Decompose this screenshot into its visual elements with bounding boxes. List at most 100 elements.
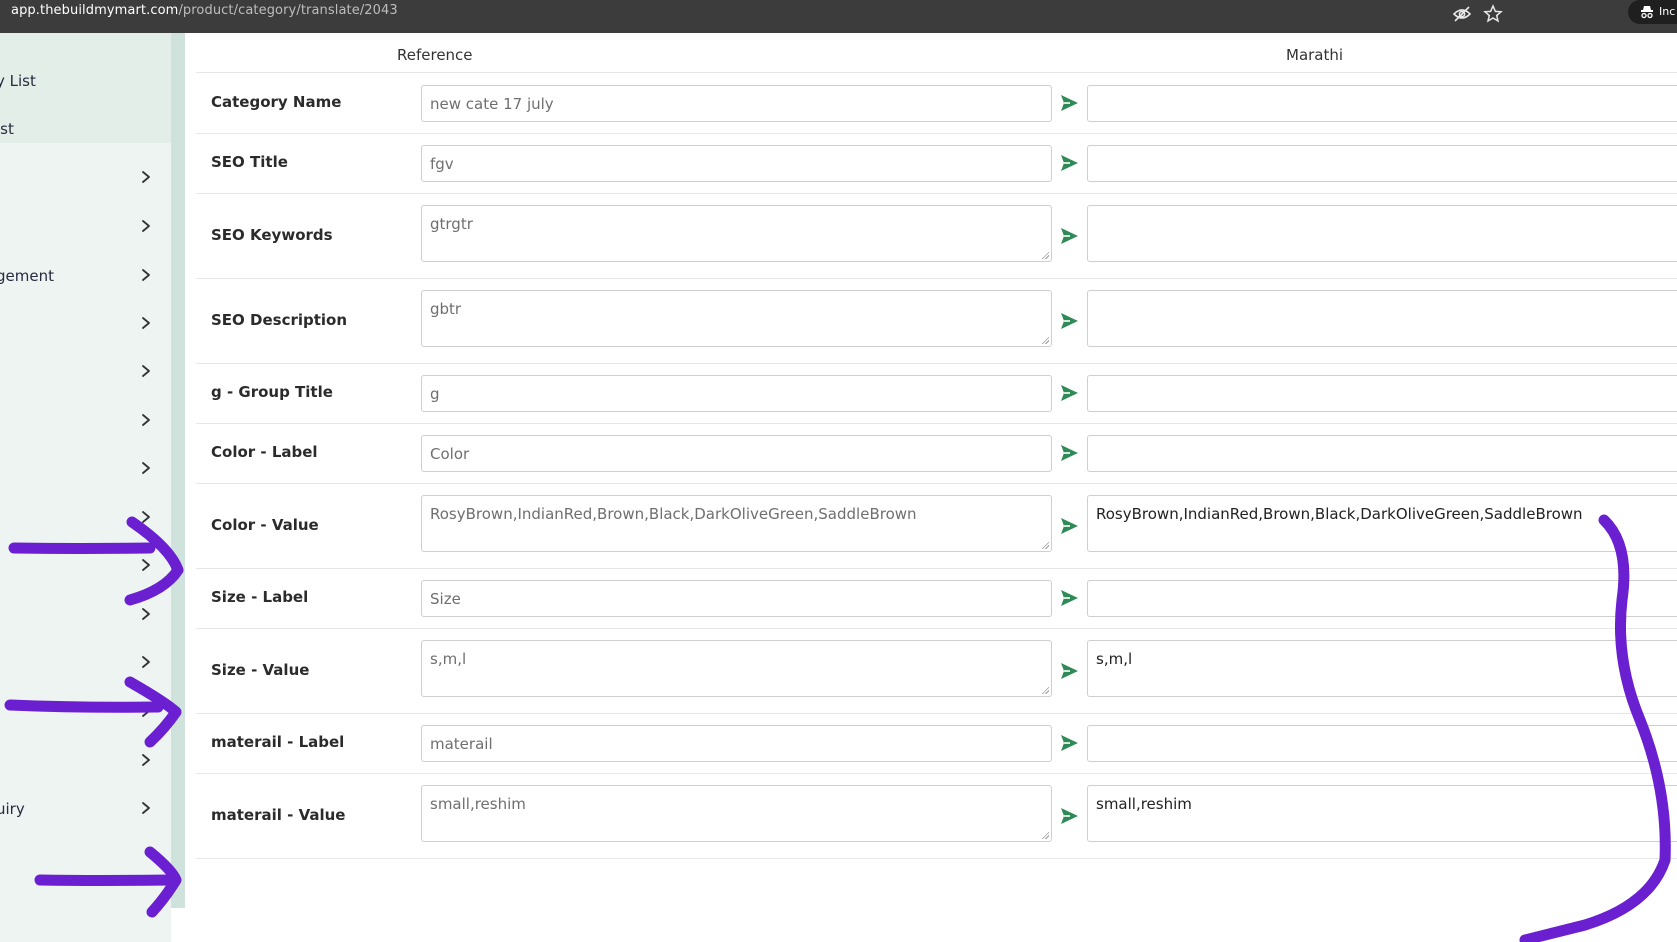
sidebar-item[interactable] [0, 448, 171, 492]
reference-textarea[interactable]: s,m,l [421, 640, 1052, 697]
translation-input[interactable] [1087, 435, 1677, 472]
chevron-right-icon [142, 802, 150, 814]
sidebar-item-label: gement [0, 267, 54, 285]
translation-textarea[interactable] [1087, 290, 1677, 347]
chevron-right-icon [142, 365, 150, 377]
chevron-right-icon [142, 414, 150, 426]
browser-toolbar: app.thebuildmymart.com/product/category/… [0, 0, 1677, 33]
sidebar-item[interactable]: uiry [0, 788, 171, 832]
sidebar-scrollbar[interactable] [171, 33, 185, 908]
chevron-right-icon [142, 171, 150, 183]
field-label: Size - Value [211, 661, 310, 679]
translation-textarea[interactable] [1087, 205, 1677, 262]
send-translate-icon[interactable] [1058, 442, 1080, 464]
field-label: Color - Value [211, 516, 319, 534]
sidebar-item[interactable]: ist [0, 108, 171, 152]
chevron-right-icon [142, 220, 150, 232]
field-label: Size - Label [211, 588, 309, 606]
translation-row: Size - Value s,m,l s,m,l [196, 628, 1677, 714]
field-label: Color - Label [211, 443, 318, 461]
translation-row: Color - Label Color [196, 423, 1677, 484]
send-translate-icon[interactable] [1058, 310, 1080, 332]
translation-textarea[interactable]: RosyBrown,IndianRed,Brown,Black,DarkOliv… [1087, 495, 1677, 552]
sidebar-item[interactable] [0, 157, 171, 201]
translation-row: materail - Value small,reshim small,reshim [196, 773, 1677, 859]
send-translate-icon[interactable] [1058, 152, 1080, 174]
reference-input[interactable]: new cate 17 july [421, 85, 1052, 122]
chevron-right-icon [142, 754, 150, 766]
field-label: Category Name [211, 93, 342, 111]
translation-textarea[interactable]: small,reshim [1087, 785, 1677, 842]
reference-textarea[interactable]: RosyBrown,IndianRed,Brown,Black,DarkOliv… [421, 495, 1052, 552]
reference-textarea[interactable]: gbtr [421, 290, 1052, 347]
field-label: SEO Title [211, 153, 288, 171]
sidebar-item[interactable] [0, 400, 171, 444]
field-label: SEO Description [211, 311, 348, 329]
sidebar-item[interactable] [0, 594, 171, 638]
sidebar: y List ist gement uiry [0, 33, 171, 942]
sidebar-item[interactable] [0, 642, 171, 686]
sidebar-item[interactable] [0, 351, 171, 395]
language-column-header: Marathi [1286, 46, 1344, 64]
send-translate-icon[interactable] [1058, 587, 1080, 609]
chevron-right-icon [142, 462, 150, 474]
chevron-right-icon [142, 269, 150, 281]
send-translate-icon[interactable] [1058, 382, 1080, 404]
chevron-right-icon [142, 317, 150, 329]
send-translate-icon[interactable] [1058, 515, 1080, 537]
field-label: g - Group Title [211, 383, 333, 401]
translation-row: Color - Value RosyBrown,IndianRed,Brown,B… [196, 483, 1677, 569]
sidebar-item[interactable] [0, 206, 171, 250]
sidebar-item[interactable] [0, 740, 171, 784]
sidebar-item-label: ist [0, 120, 14, 138]
translation-row: g - Group Title g [196, 363, 1677, 424]
url-path: /product/category/translate/2043 [178, 3, 398, 18]
reference-input[interactable]: Color [421, 435, 1052, 472]
translation-row: SEO Description gbtr [196, 278, 1677, 364]
translation-input[interactable] [1087, 375, 1677, 412]
translation-row: materail - Label materail [196, 713, 1677, 774]
send-translate-icon[interactable] [1058, 732, 1080, 754]
translation-input[interactable] [1087, 580, 1677, 617]
chevron-right-icon [142, 656, 150, 668]
reference-input[interactable]: fgv [421, 145, 1052, 182]
sidebar-item[interactable] [0, 497, 171, 541]
send-translate-icon[interactable] [1058, 92, 1080, 114]
translation-row: SEO Keywords gtrgtr [196, 193, 1677, 279]
sidebar-item-label: y List [0, 72, 36, 90]
translation-input[interactable] [1087, 145, 1677, 182]
reference-input[interactable]: materail [421, 725, 1052, 762]
send-translate-icon[interactable] [1058, 225, 1080, 247]
url-host: app.thebuildmymart.com [11, 3, 179, 18]
translate-panel: Reference Marathi Category Name new cate … [196, 33, 1677, 942]
translation-row: Category Name new cate 17 july [196, 73, 1677, 134]
reference-textarea[interactable]: gtrgtr [421, 205, 1052, 262]
profile-label: Inc [1659, 5, 1676, 18]
sidebar-item[interactable] [0, 691, 171, 735]
field-label: materail - Value [211, 806, 346, 824]
reference-textarea[interactable]: small,reshim [421, 785, 1052, 842]
translation-input[interactable] [1087, 725, 1677, 762]
sidebar-item-label: uiry [0, 800, 25, 818]
translation-input[interactable] [1087, 85, 1677, 122]
chevron-right-icon [142, 608, 150, 620]
translation-row: Size - Label Size [196, 568, 1677, 629]
chevron-right-icon [142, 511, 150, 523]
star-icon[interactable] [1483, 4, 1503, 24]
reference-input[interactable]: g [421, 375, 1052, 412]
sidebar-item[interactable]: gement [0, 255, 171, 299]
chevron-right-icon [142, 705, 150, 717]
address-bar[interactable]: app.thebuildmymart.com/product/category/… [11, 3, 398, 18]
reference-input[interactable]: Size [421, 580, 1052, 617]
translation-row: SEO Title fgv [196, 133, 1677, 194]
sidebar-item[interactable] [0, 545, 171, 589]
sidebar-item[interactable]: y List [0, 60, 171, 104]
sidebar-item[interactable] [0, 303, 171, 347]
field-label: materail - Label [211, 733, 345, 751]
profile-chip[interactable]: Inc [1628, 0, 1677, 24]
translation-textarea[interactable]: s,m,l [1087, 640, 1677, 697]
field-label: SEO Keywords [211, 226, 333, 244]
eye-off-icon[interactable] [1452, 4, 1472, 24]
send-translate-icon[interactable] [1058, 805, 1080, 827]
send-translate-icon[interactable] [1058, 660, 1080, 682]
